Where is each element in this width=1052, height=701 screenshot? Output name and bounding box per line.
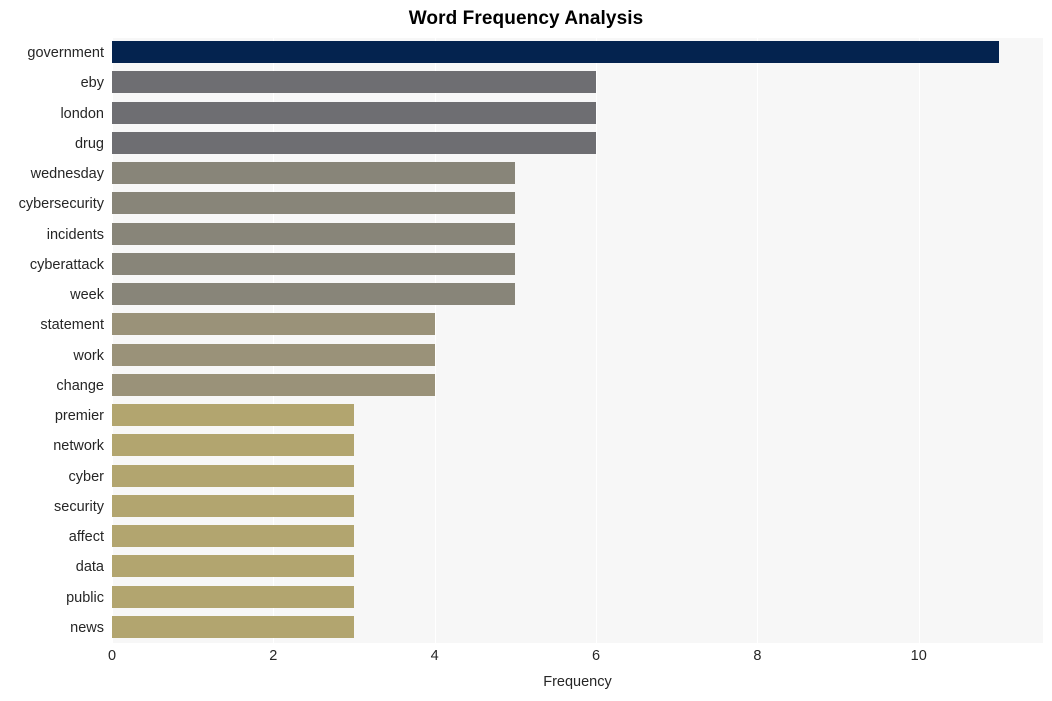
y-tick-label-london: london <box>60 105 104 122</box>
word-frequency-chart: Word Frequency Analysis government eby lon… <box>0 0 1052 701</box>
y-tick-label-statement: statement <box>40 317 104 334</box>
bar-work[interactable] <box>112 343 435 366</box>
bar-statement[interactable] <box>112 313 435 336</box>
x-tick-label-0: 0 <box>107 648 117 664</box>
chart-title: Word Frequency Analysis <box>408 8 644 29</box>
y-tick-label-incidents: incidents <box>46 226 104 243</box>
bar-cyber[interactable] <box>112 464 355 487</box>
gridline-0 <box>112 38 113 643</box>
bar-incidents[interactable] <box>112 222 516 245</box>
y-tick-label-change: change <box>56 377 104 394</box>
bar-cybersecurity[interactable] <box>112 192 516 215</box>
y-tick-label-cybersecurity: cybersecurity <box>18 196 104 213</box>
x-axis-title: Frequency <box>543 674 612 690</box>
y-tick-label-network: network <box>53 438 104 455</box>
gridline-6 <box>596 38 598 643</box>
y-tick-label-public: public <box>66 589 104 606</box>
bar-london[interactable] <box>112 101 597 124</box>
x-tick-label-2: 2 <box>269 648 278 664</box>
y-tick-label-cyberattack: cyberattack <box>29 256 104 273</box>
bar-cyberattack[interactable] <box>112 252 516 275</box>
y-tick-label-government: government <box>27 45 104 62</box>
y-tick-label-security: security <box>54 498 104 515</box>
x-tick-label-8: 8 <box>753 648 762 664</box>
y-tick-label-eby: eby <box>80 75 104 92</box>
gridline-2 <box>273 38 275 643</box>
y-tick-label-work: work <box>73 347 104 364</box>
bar-data[interactable] <box>112 555 355 578</box>
x-tick-label-6: 6 <box>592 648 601 664</box>
bar-wednesday[interactable] <box>112 162 516 185</box>
bar-premier[interactable] <box>112 404 355 427</box>
y-tick-label-affect: affect <box>68 529 104 546</box>
y-tick-label-wednesday: wednesday <box>30 166 104 183</box>
gridline-4 <box>434 38 436 643</box>
y-tick-label-drug: drug <box>74 135 104 152</box>
bar-public[interactable] <box>112 585 355 608</box>
y-tick-label-cyber: cyber <box>68 468 104 485</box>
x-tick-label-10: 10 <box>910 648 927 664</box>
bar-news[interactable] <box>112 615 355 638</box>
bar-security[interactable] <box>112 494 355 517</box>
x-tick-label-4: 4 <box>430 648 439 664</box>
bar-week[interactable] <box>112 283 516 306</box>
y-tick-label-news: news <box>70 619 104 636</box>
bar-drug[interactable] <box>112 131 597 154</box>
plot-area <box>112 38 1043 643</box>
bar-network[interactable] <box>112 434 355 457</box>
bar-affect[interactable] <box>112 525 355 548</box>
y-tick-label-data: data <box>75 559 104 576</box>
bar-eby[interactable] <box>112 71 597 94</box>
y-axis-labels: government eby london drug wednesday cybersec… <box>0 38 104 643</box>
y-tick-label-premier: premier <box>54 408 104 425</box>
bar-change[interactable] <box>112 373 435 396</box>
gridline-10 <box>918 38 920 643</box>
y-tick-label-week: week <box>70 287 104 304</box>
bar-government[interactable] <box>112 41 1000 64</box>
gridline-8 <box>757 38 759 643</box>
x-axis-ticks: 0 2 4 6 8 10 <box>0 648 1052 670</box>
